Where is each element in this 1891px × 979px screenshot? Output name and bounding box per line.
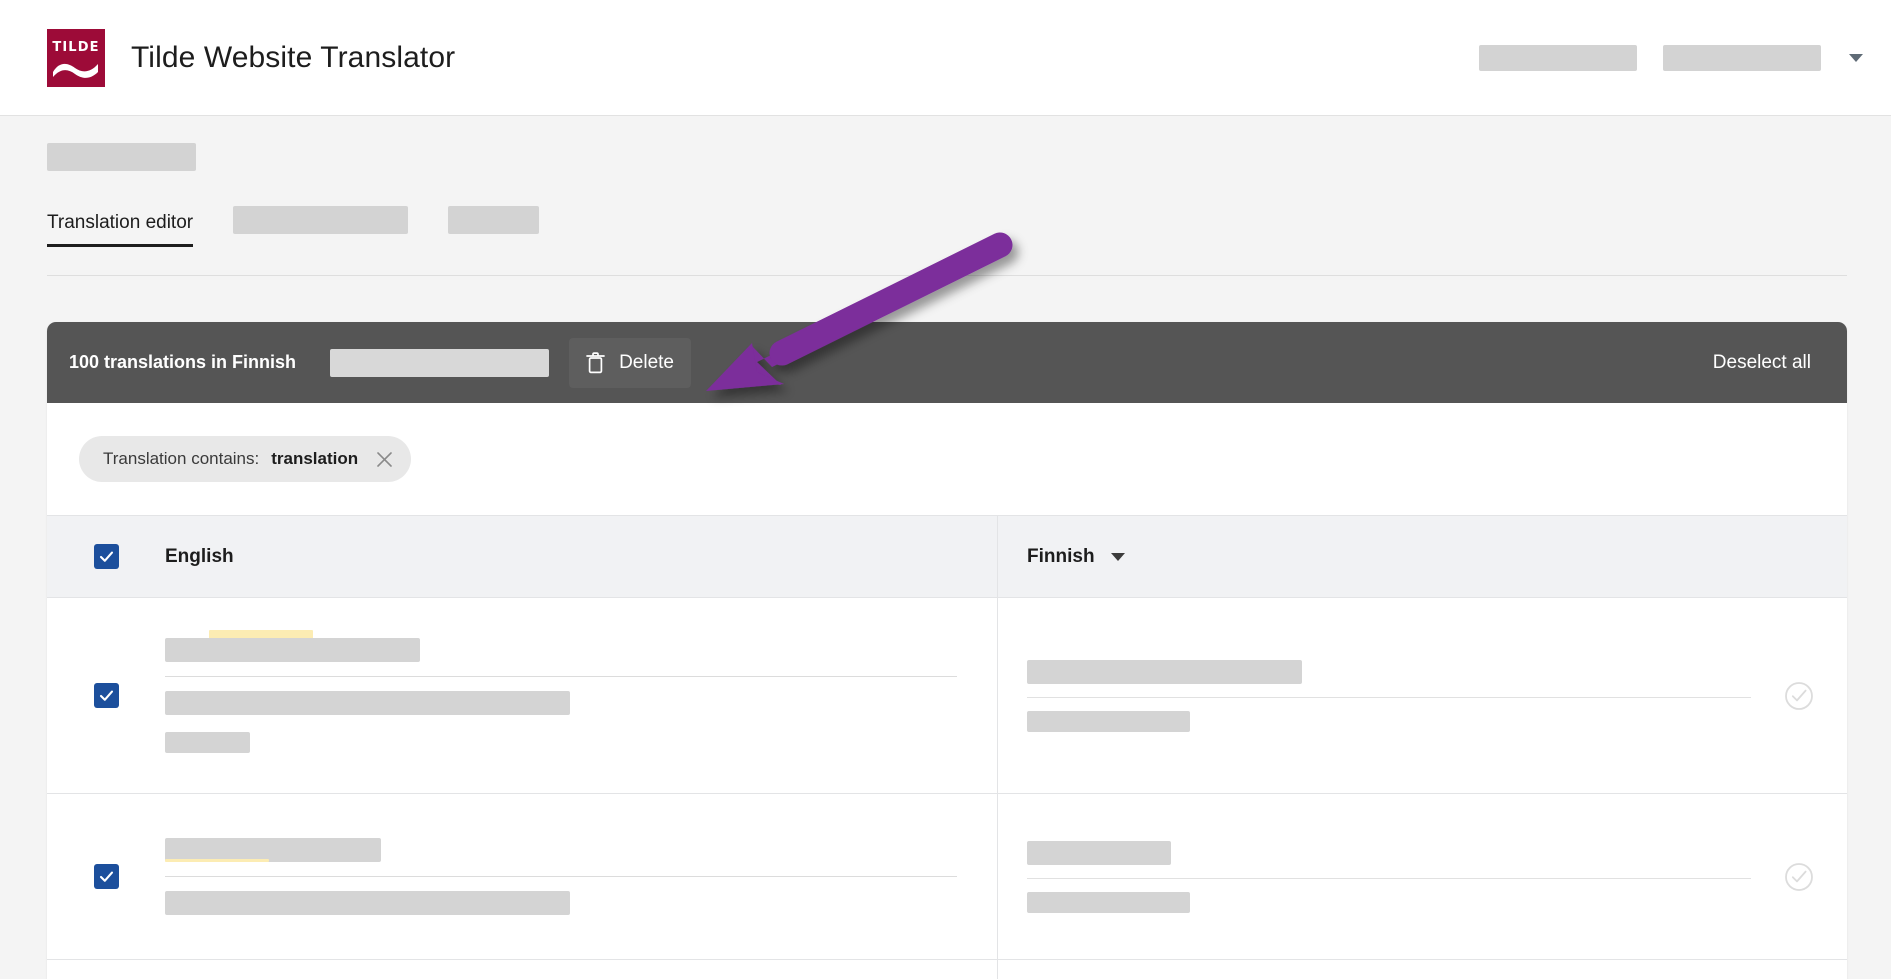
check-icon [99,551,113,562]
row-approve-cell [1751,794,1847,959]
delete-button[interactable]: Delete [569,337,691,388]
filter-chip-label: Translation contains: [103,449,260,468]
row-select-cell [47,794,165,959]
tab-label: Translation editor [47,212,194,233]
redacted-source-text [165,891,570,915]
delete-button-label: Delete [619,351,674,373]
source-segment[interactable] [165,624,957,676]
logo-wordmark: TILDE [52,40,100,55]
source-segment[interactable] [165,876,957,929]
target-segments [998,794,1751,959]
circle-check-icon[interactable] [1784,862,1814,892]
row-target-cell [997,960,1847,979]
toolbar-redacted-field[interactable] [330,348,550,377]
tab-redacted-1[interactable] [233,206,409,234]
row-source-cell [47,598,997,793]
table-header-source: English [47,516,997,597]
circle-check-icon[interactable] [1784,681,1814,711]
row-source-cell [47,794,997,959]
column-header-english: English [165,545,234,567]
tilde-logo-icon: TILDE [47,29,105,87]
deselect-all-button[interactable]: Deselect all [1713,352,1811,374]
redacted-target-text [1027,840,1171,865]
header-actions [1479,0,1863,116]
row-approve-cell [1751,598,1847,793]
brand[interactable]: TILDE Tilde Website Translator [47,29,455,87]
table-row[interactable] [47,598,1847,794]
check-icon [99,871,113,882]
table-row[interactable] [47,960,1847,979]
row-checkbox[interactable] [93,683,119,708]
row-select-cell [47,598,165,793]
header-redacted-field-1[interactable] [1479,45,1637,71]
filter-chip-translation-contains[interactable]: Translation contains: translation [79,436,412,482]
source-segment[interactable] [165,676,957,767]
tilde-wave-icon [53,63,98,78]
redacted-target-text [1027,891,1190,913]
source-segments [165,598,997,793]
row-checkbox[interactable] [93,864,119,889]
tab-redacted-2[interactable] [448,206,540,234]
header-redacted-field-2[interactable] [1663,45,1821,71]
close-icon[interactable] [376,451,393,468]
source-segments [165,794,997,959]
selection-toolbar: 100 translations in Finnish Delete Desel… [47,322,1847,403]
target-segment[interactable] [1027,877,1751,926]
app-root: TILDE Tilde Website Translator Translati… [0,0,1891,979]
subheader-divider [47,275,1847,276]
chevron-down-icon[interactable] [1849,54,1863,62]
tab-translation-editor[interactable]: Translation editor [47,212,194,247]
source-segment[interactable] [165,824,957,876]
table-row[interactable] [47,794,1847,960]
redacted-target-text [1027,659,1302,684]
table-header-target: Finnish [997,516,1847,597]
column-header-finnish: Finnish [1027,545,1095,567]
target-segment[interactable] [1027,696,1751,745]
filter-bar: Translation contains: translation [47,403,1847,515]
redacted-source-text [165,638,420,662]
deselect-all-label: Deselect all [1712,351,1811,373]
redacted-source-text [165,691,570,715]
redacted-target-text [1027,710,1190,732]
translation-editor-card: 100 translations in Finnish Delete Desel… [47,322,1847,979]
row-source-cell [47,960,997,979]
selection-count-label: 100 translations in Finnish [69,352,297,372]
target-segment[interactable] [1027,647,1751,697]
page-subheader: Translation editor [0,116,1891,282]
breadcrumb[interactable] [47,143,196,171]
tab-bar: Translation editor [47,203,540,247]
chevron-down-icon[interactable] [1110,552,1125,561]
search-match-highlight [165,859,269,862]
app-header: TILDE Tilde Website Translator [0,0,1891,116]
select-all-checkbox[interactable] [93,544,119,569]
filter-chip-value: translation [271,449,359,468]
check-icon [99,690,113,701]
table-header: English Finnish [47,515,1847,598]
row-target-cell [997,794,1847,959]
target-segment[interactable] [1027,828,1751,878]
row-target-cell [997,598,1847,793]
app-title: Tilde Website Translator [131,41,456,74]
redacted-source-text [165,732,250,753]
select-all-cell [47,544,165,569]
target-segments [998,598,1751,793]
trash-icon [586,351,605,373]
